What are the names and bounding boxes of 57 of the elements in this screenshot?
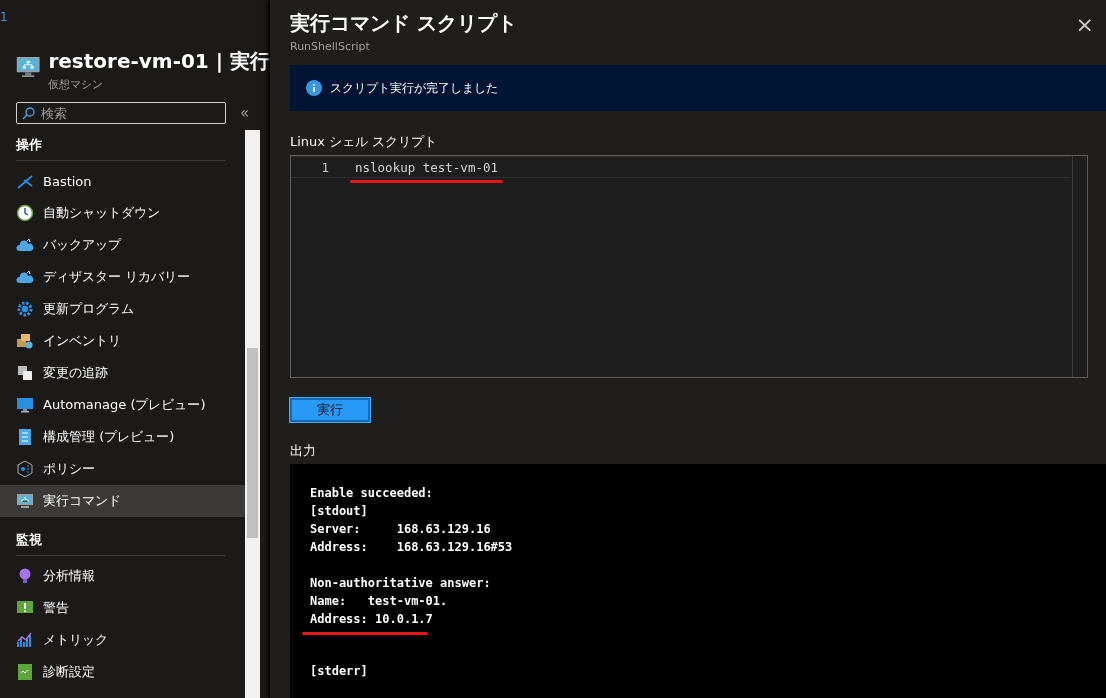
section-heading: 操作 <box>15 136 43 154</box>
sidebar-item[interactable]: ディザスター リカバリー <box>0 261 245 293</box>
panel-title: 実行コマンド スクリプト <box>290 10 517 37</box>
line-number: 1 <box>320 159 329 175</box>
chart-icon <box>16 631 34 649</box>
scrollbar[interactable] <box>245 130 260 698</box>
code-editor[interactable]: 1 nslookup test-vm-01 <box>290 155 1088 378</box>
clock-icon <box>16 204 34 222</box>
sidebar-item[interactable]: インベントリ <box>0 325 245 357</box>
sidebar-item[interactable]: Bastion <box>0 165 245 197</box>
notice-text: スクリプト実行が完了しました <box>330 79 498 97</box>
output-line: Address: 10.0.1.7 <box>310 611 433 628</box>
search-icon <box>22 107 35 120</box>
sidebar-item[interactable]: 分析情報 <box>0 560 245 592</box>
sidebar-item[interactable]: メトリック <box>0 624 245 656</box>
output-label: 出力 <box>290 442 317 460</box>
close-button[interactable]: × <box>1071 10 1094 38</box>
pages-icon <box>16 364 34 382</box>
info-icon <box>306 80 322 97</box>
editor-label: Linux シェル スクリプト <box>290 133 439 152</box>
sidebar-item[interactable]: 構成管理 (プレビュー) <box>0 421 245 453</box>
sidebar-item[interactable]: 更新プログラム <box>0 293 245 325</box>
section-heading: 監視 <box>15 531 43 549</box>
output-line: [stderr] <box>310 663 368 680</box>
monitor-icon <box>16 492 34 510</box>
hexagon-icon <box>16 460 34 478</box>
monitor-icon <box>16 396 34 414</box>
output-line: Non-authoritative answer: <box>310 575 491 592</box>
scrollbar-thumb[interactable] <box>247 348 258 538</box>
collapse-button[interactable]: « <box>238 104 252 122</box>
gear-icon <box>16 300 34 318</box>
panel-subtitle: RunShellScript <box>290 40 371 53</box>
sidebar-item[interactable]: 自動シャットダウン <box>0 197 245 229</box>
output-line: Address: 168.63.129.16#53 <box>310 539 513 556</box>
sidebar-item[interactable]: 実行コマンド <box>0 485 245 517</box>
output-line: [stdout] <box>310 503 368 520</box>
resource-type: 仮想マシン <box>48 77 105 92</box>
sidebar-item[interactable]: 警告 <box>0 592 245 624</box>
document-icon <box>16 663 34 681</box>
sidebar-item[interactable]: 変更の追跡 <box>0 357 245 389</box>
list-icon <box>16 428 34 446</box>
sidebar-item[interactable]: ポリシー <box>0 453 245 485</box>
output-line: Enable succeeded: <box>310 485 433 502</box>
sidebar-item[interactable]: 診断設定 <box>0 656 245 688</box>
code-line: nslookup test-vm-01 <box>355 159 498 175</box>
sidebar-item[interactable]: Automanage (プレビュー) <box>0 389 245 421</box>
resource-title: restore-vm-01 | 実行 <box>48 48 270 75</box>
cloud-icon <box>16 268 34 286</box>
boxes-icon <box>16 332 34 350</box>
cross-lines-icon <box>16 172 34 190</box>
cloud-icon <box>16 236 34 254</box>
sidebar-item[interactable]: バックアップ <box>0 229 245 261</box>
output-line: Server: 168.63.129.16 <box>310 521 491 538</box>
run-button[interactable]: 実行 <box>290 398 370 422</box>
search-field[interactable]: 検索 <box>16 102 226 124</box>
output-line: Name: test-vm-01. <box>310 593 448 610</box>
breadcrumb-link[interactable]: 1 <box>0 0 270 30</box>
